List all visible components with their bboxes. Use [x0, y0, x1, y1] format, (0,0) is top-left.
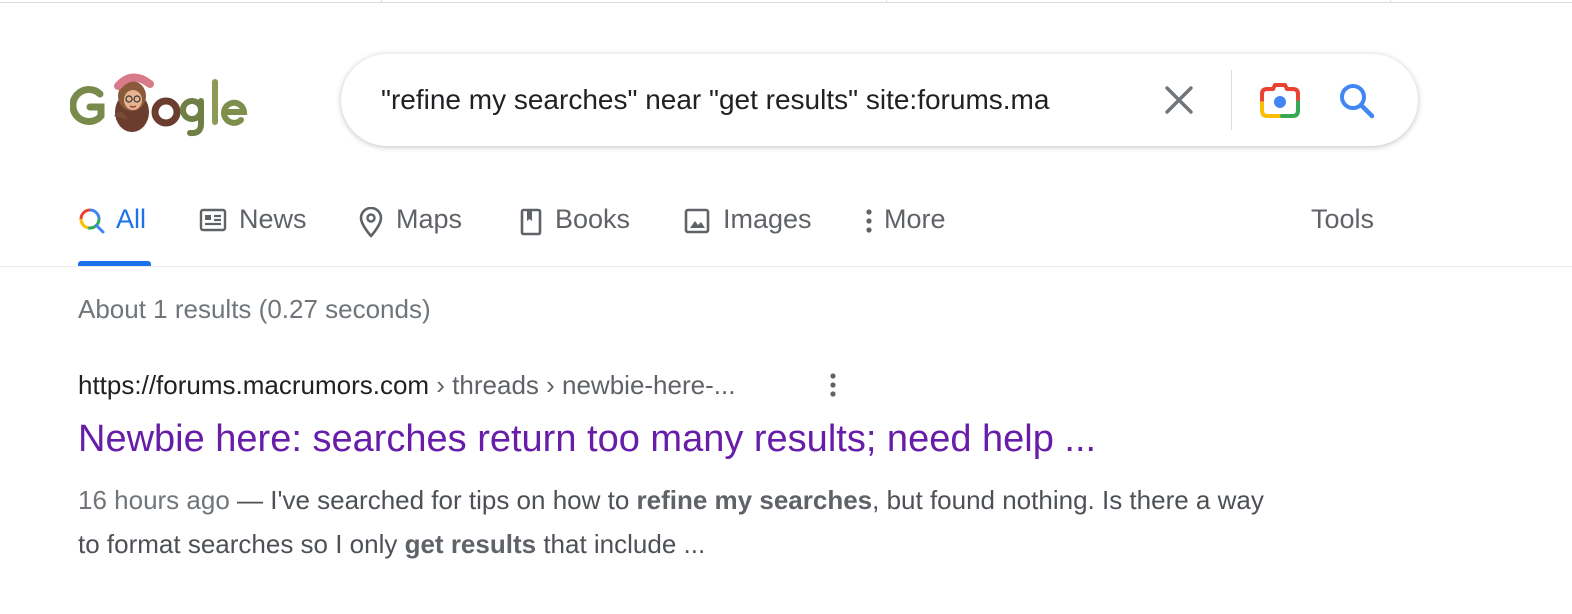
snippet-text-3: that include ... [536, 529, 706, 559]
google-doodle-logo[interactable] [69, 68, 254, 138]
tab-strip-remnant [0, 0, 1572, 3]
snippet-highlight-2: get results [404, 529, 537, 559]
tab-more[interactable]: More [864, 190, 946, 267]
vertical-dots-icon [866, 209, 872, 233]
tab-images[interactable]: Images [683, 190, 812, 267]
result-title-link[interactable]: Newbie here: searches return too many re… [78, 418, 1096, 461]
tab-all-label: All [116, 204, 147, 234]
search-box [341, 54, 1418, 146]
tabs-divider [0, 266, 1572, 267]
vertical-dots-icon [830, 373, 836, 397]
result-site: https://forums.macrumors.com [78, 370, 430, 400]
search-box-divider [1231, 70, 1232, 130]
tab-books[interactable]: Books [519, 190, 630, 267]
map-pin-icon [359, 207, 383, 238]
search-input[interactable] [381, 78, 1137, 122]
snippet-dash: — [229, 485, 271, 515]
book-icon [520, 208, 542, 236]
search-results-page: All News Maps [0, 0, 1572, 614]
tab-maps[interactable]: Maps [358, 190, 462, 267]
snippet-text-1: I've searched for tips on how to [270, 485, 637, 515]
result-stats: About 1 results (0.27 seconds) [78, 294, 431, 324]
tools-button[interactable]: Tools [1311, 190, 1374, 267]
search-by-image-button[interactable] [1257, 78, 1303, 124]
search-submit-button[interactable] [1334, 78, 1380, 124]
tab-all[interactable]: All [78, 190, 146, 267]
clear-search-button[interactable] [1157, 78, 1201, 122]
result-options-button[interactable] [820, 370, 846, 400]
result-breadcrumbs: › threads › newbie-here-... [429, 370, 736, 400]
google-lens-camera-icon [1260, 83, 1300, 118]
tab-books-label: Books [555, 204, 631, 234]
tab-maps-label: Maps [396, 204, 463, 234]
colored-search-icon [79, 208, 105, 234]
tools-label: Tools [1311, 204, 1375, 234]
result-url[interactable]: https://forums.macrumors.com › threads ›… [78, 370, 735, 401]
close-icon [1165, 86, 1193, 114]
image-icon [684, 208, 710, 234]
result-snippet: 16 hours ago — I've searched for tips on… [78, 478, 1288, 566]
tab-news[interactable]: News [199, 190, 307, 267]
newspaper-icon [199, 208, 227, 232]
tab-news-label: News [239, 204, 307, 234]
snippet-highlight-1: refine my searches [636, 485, 873, 515]
magnifier-icon [1340, 84, 1375, 119]
search-tabs: All News Maps Books Images More Tools [0, 190, 1572, 267]
result-date: 16 hours ago [78, 485, 230, 515]
tab-more-label: More [884, 204, 946, 234]
tab-images-label: Images [723, 204, 812, 234]
